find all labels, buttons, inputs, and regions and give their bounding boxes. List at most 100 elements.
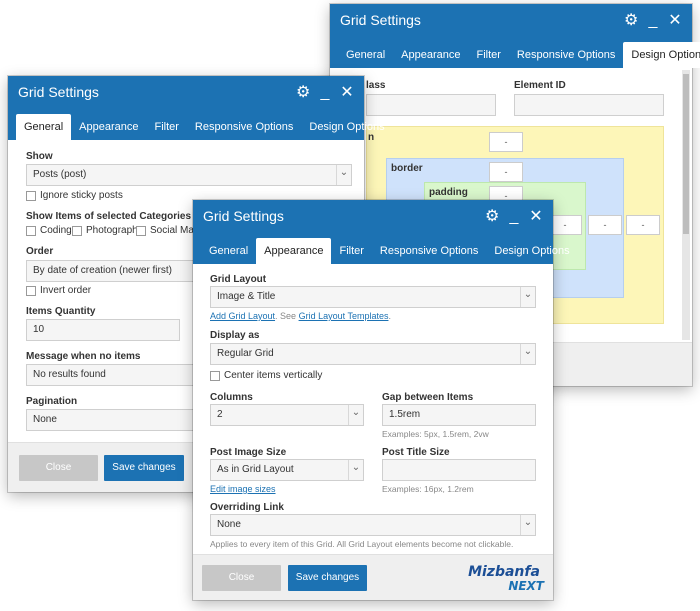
dialog-tabs: General Appearance Filter Responsive Opt… (8, 112, 385, 140)
title-size-hint: Examples: 16px, 1.2rem (382, 484, 474, 494)
dialog-tabs: General Appearance Filter Responsive Opt… (330, 40, 700, 68)
grid-layout-links: Add Grid Layout. See Grid Layout Templat… (210, 311, 391, 321)
see-text: . See (275, 311, 297, 321)
category-label: Photography (86, 225, 143, 236)
dialog-titlebar: Grid Settings ⚙ _ ✕ (8, 76, 364, 112)
element-id-label: Element ID (514, 80, 566, 91)
gear-icon[interactable]: ⚙ (485, 209, 499, 225)
margin-top-input[interactable]: - (489, 132, 523, 152)
grid-layout-label: Grid Layout (210, 274, 267, 285)
add-grid-layout-link[interactable]: Add Grid Layout (210, 311, 275, 321)
gear-icon[interactable]: ⚙ (296, 85, 310, 101)
tab-filter[interactable]: Filter (331, 238, 371, 264)
post-image-size-select[interactable]: As in Grid Layout (210, 459, 364, 481)
padding-right-input[interactable]: - (548, 215, 582, 235)
save-changes-button[interactable]: Save changes (288, 565, 367, 591)
gap-hint: Examples: 5px, 1.5rem, 2vw (382, 429, 489, 439)
order-label: Order (26, 246, 54, 257)
categories-label: Show Items of selected Categories (26, 211, 192, 222)
dialog-tabs: General Appearance Filter Responsive Opt… (193, 236, 570, 264)
close-button[interactable]: Close (202, 565, 281, 591)
element-id-input[interactable] (514, 94, 664, 116)
margin-right-input[interactable]: - (626, 215, 660, 235)
invert-order-label: Invert order (40, 285, 92, 296)
period-text: . (388, 311, 391, 321)
post-image-size-label: Post Image Size (210, 447, 287, 458)
class-input[interactable] (366, 94, 496, 116)
ignore-sticky-checkbox[interactable]: Ignore sticky posts (26, 190, 123, 201)
post-title-size-input[interactable] (382, 459, 536, 481)
scrollbar-thumb[interactable] (683, 74, 689, 234)
checkbox-box[interactable] (26, 225, 36, 236)
gear-icon[interactable]: ⚙ (624, 13, 638, 29)
center-vertically-label: Center items vertically (224, 370, 323, 381)
tab-general[interactable]: General (201, 238, 256, 264)
checkbox-box[interactable] (26, 285, 36, 296)
border-label: border (391, 163, 423, 174)
tab-design-options[interactable]: Design Options (301, 114, 392, 140)
show-select[interactable]: Posts (post) (26, 164, 352, 186)
minimize-icon[interactable]: _ (507, 209, 521, 225)
tab-general[interactable]: General (16, 114, 72, 140)
checkbox-box[interactable] (136, 225, 146, 236)
grid-layout-templates-link[interactable]: Grid Layout Templates (299, 311, 389, 321)
save-changes-button[interactable]: Save changes (104, 455, 184, 481)
items-quantity-input[interactable]: 10 (26, 319, 180, 341)
dialog-title: Grid Settings (18, 84, 99, 100)
padding-label: padding (429, 187, 468, 198)
overriding-link-label: Overriding Link (210, 502, 284, 513)
dialog-title: Grid Settings (340, 12, 421, 28)
close-button[interactable]: Close (19, 455, 98, 481)
tab-filter[interactable]: Filter (468, 42, 508, 68)
columns-label: Columns (210, 392, 253, 403)
display-as-label: Display as (210, 330, 260, 341)
logo-line1: Mizbanfa (468, 564, 540, 580)
pagination-label: Pagination (26, 396, 78, 407)
overriding-link-select[interactable]: None (210, 514, 536, 536)
tab-responsive-options[interactable]: Responsive Options (509, 42, 623, 68)
mizbanfa-logo: Mizbanfa NEXT (458, 565, 550, 593)
dialog-titlebar: Grid Settings ⚙ _ ✕ (193, 200, 553, 236)
grid-layout-select[interactable]: Image & Title (210, 286, 536, 308)
close-icon[interactable]: ✕ (529, 209, 543, 225)
minimize-icon[interactable]: _ (318, 85, 332, 101)
scrollbar[interactable] (682, 70, 690, 340)
edit-image-sizes-link[interactable]: Edit image sizes (210, 484, 276, 494)
tab-responsive-options[interactable]: Responsive Options (187, 114, 301, 140)
category-photography-checkbox[interactable]: Photography (72, 225, 143, 236)
checkbox-box[interactable] (26, 190, 36, 201)
class-label: lass (366, 80, 386, 91)
grid-settings-dialog-appearance: Grid Settings ⚙ _ ✕ General Appearance F… (193, 200, 570, 600)
close-icon[interactable]: ✕ (340, 85, 354, 101)
post-title-size-label: Post Title Size (382, 447, 450, 458)
border-top-input[interactable]: - (489, 162, 523, 182)
show-label: Show (26, 151, 53, 162)
items-quantity-label: Items Quantity (26, 306, 96, 317)
ignore-sticky-label: Ignore sticky posts (40, 190, 123, 201)
logo-line2: NEXT (508, 579, 544, 593)
tab-appearance[interactable]: Appearance (71, 114, 146, 140)
edit-image-sizes-wrap: Edit image sizes (210, 484, 276, 494)
display-as-select[interactable]: Regular Grid (210, 343, 536, 365)
invert-order-checkbox[interactable]: Invert order (26, 285, 91, 296)
close-icon[interactable]: ✕ (668, 13, 682, 29)
tab-appearance[interactable]: Appearance (393, 42, 468, 68)
gap-label: Gap between Items (382, 392, 474, 403)
dialog-title: Grid Settings (203, 208, 284, 224)
border-right-input[interactable]: - (588, 215, 622, 235)
columns-select[interactable]: 2 (210, 404, 364, 426)
checkbox-box[interactable] (72, 225, 82, 236)
tab-design-options[interactable]: Design Options (486, 238, 577, 264)
overriding-link-hint: Applies to every item of this Grid. All … (210, 539, 514, 549)
category-coding-checkbox[interactable]: Coding (26, 225, 72, 236)
tab-appearance[interactable]: Appearance (256, 238, 332, 264)
tab-filter[interactable]: Filter (146, 114, 186, 140)
tab-design-options[interactable]: Design Options (623, 42, 700, 68)
minimize-icon[interactable]: _ (646, 13, 660, 29)
center-vertically-checkbox[interactable]: Center items vertically (210, 370, 322, 381)
gap-input[interactable]: 1.5rem (382, 404, 536, 426)
tab-general[interactable]: General (338, 42, 393, 68)
category-label: Coding (40, 225, 72, 236)
checkbox-box[interactable] (210, 370, 220, 381)
tab-responsive-options[interactable]: Responsive Options (372, 238, 486, 264)
